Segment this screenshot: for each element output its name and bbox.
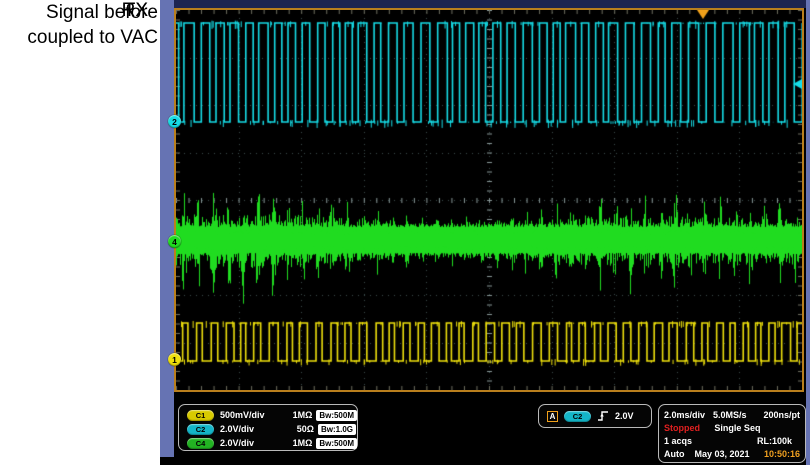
c2-scale: 2.0V/div [220, 424, 255, 434]
record-length: RL:100k [756, 435, 792, 446]
c1-scale: 500mV/div [220, 410, 265, 420]
acq-date: May 03, 2021 [694, 448, 750, 459]
scope-display[interactable] [174, 8, 804, 392]
channel-badge-c1[interactable]: C1 500mV/div 1MΩ Bw:500M [187, 408, 357, 422]
c1-bandwidth: Bw:500M [316, 409, 357, 421]
acq-count: 1 acqs [664, 435, 693, 446]
ch1-zero-marker[interactable]: 1 [168, 353, 181, 366]
channel-badge-c4[interactable]: C4 2.0V/div 1MΩ Bw:500M [187, 436, 357, 450]
acquisition-info-panel[interactable]: 2.0ms/div 5.0MS/s 200ns/pt Stopped Singl… [658, 404, 806, 463]
sample-rate-value: 5.0MS/s [713, 409, 747, 420]
trigger-mode: Auto [664, 448, 685, 459]
channel-badge-c2[interactable]: C2 2.0V/div 50Ω Bw:1.0G [187, 422, 357, 436]
c2-pill[interactable]: C2 [187, 423, 214, 435]
trigger-a-icon: A [547, 410, 558, 422]
c1-impedance: 1MΩ [292, 410, 313, 420]
window-left-frame [160, 0, 174, 457]
trigger-badge[interactable]: A C2 2.0V [538, 404, 652, 428]
c2-impedance: 50Ω [296, 424, 314, 434]
c4-scale: 2.0V/div [220, 438, 255, 448]
rising-edge-icon [598, 411, 608, 421]
waveform-canvas[interactable] [176, 10, 802, 390]
c1-pill[interactable]: C1 [187, 409, 214, 421]
c4-pill[interactable]: C4 [187, 437, 214, 449]
oscilloscope-window: 2 4 1 C1 500mV/div 1MΩ Bw:500M C2 2.0V/d… [160, 0, 810, 465]
trigger-level-value: 2.0V [615, 411, 634, 421]
window-right-frame [806, 0, 810, 465]
timebase-value: 2.0ms/div [664, 409, 706, 420]
label-rx: RX [121, 0, 148, 21]
window-top-frame [174, 0, 806, 8]
channel-badges-panel: C1 500mV/div 1MΩ Bw:500M C2 2.0V/div 50Ω… [178, 404, 358, 451]
c4-bandwidth: Bw:500M [316, 437, 357, 449]
label-signal-line2: coupled to VAC [27, 27, 158, 48]
c4-impedance: 1MΩ [292, 438, 313, 448]
acq-row-timebase: 2.0ms/div 5.0MS/s 200ns/pt [664, 408, 800, 421]
acq-row-status: Stopped Single Seq [664, 421, 800, 434]
acq-row-datetime: Auto May 03, 2021 10:50:16 [664, 447, 800, 460]
trigger-source-pill[interactable]: C2 [564, 410, 591, 422]
acq-mode: Single Seq [714, 422, 761, 433]
c2-bandwidth: Bw:1.0G [318, 423, 357, 435]
ch4-zero-marker[interactable]: 4 [168, 235, 181, 248]
page: TX Signal before coupled to VAC RX 2 4 1… [0, 0, 810, 465]
acq-row-count: 1 acqs RL:100k [664, 434, 800, 447]
ch2-zero-marker[interactable]: 2 [168, 115, 181, 128]
acq-status: Stopped [664, 422, 700, 433]
resolution-value: 200ns/pt [763, 409, 800, 420]
acq-time: 10:50:16 [763, 448, 800, 459]
